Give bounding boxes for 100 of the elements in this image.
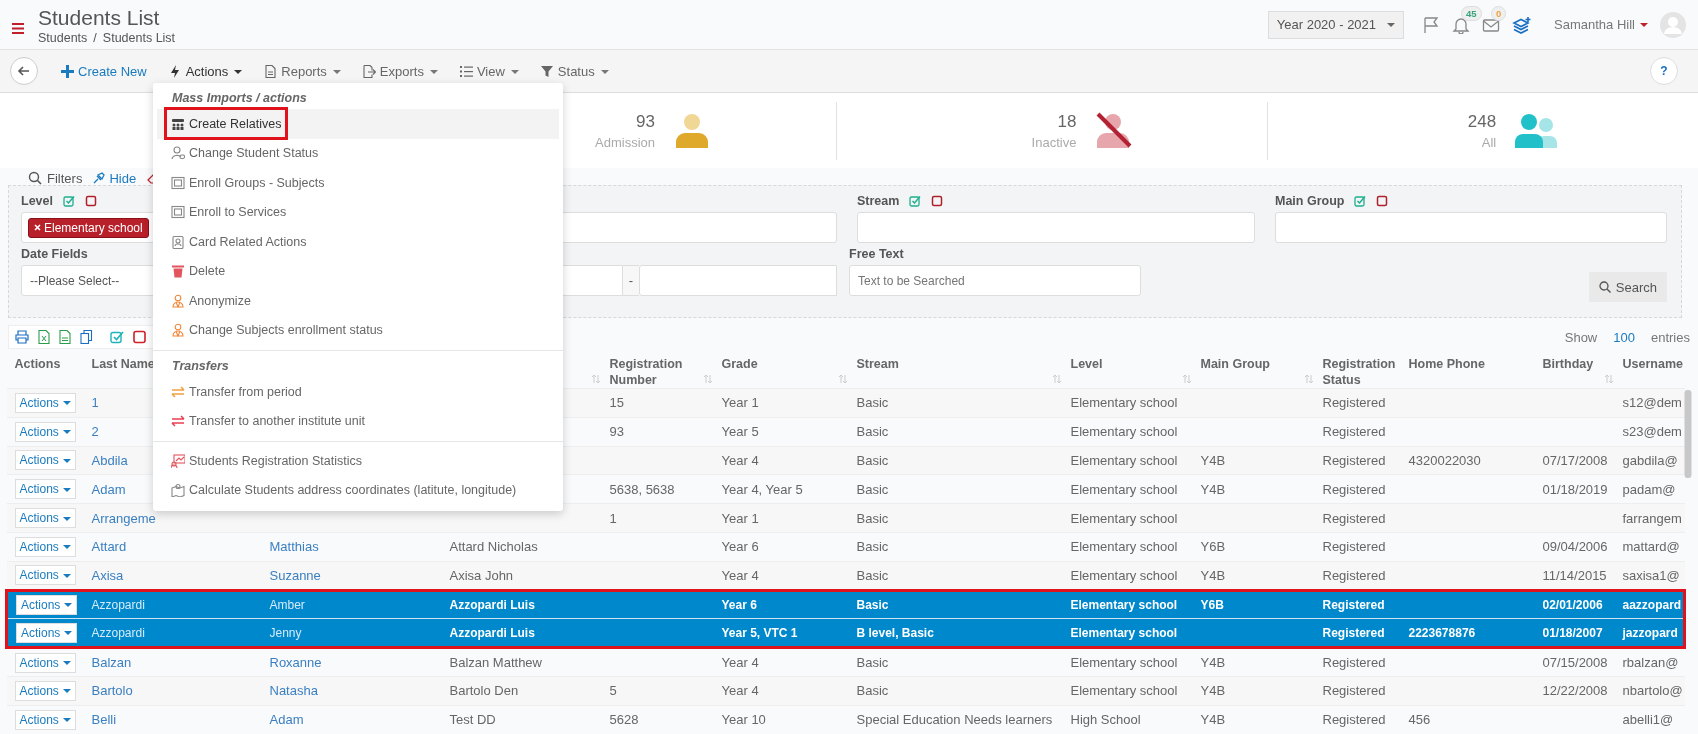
check-all-icon[interactable] xyxy=(1354,195,1367,207)
menu-item[interactable]: Card Related Actions xyxy=(167,228,311,256)
back-icon[interactable] xyxy=(10,57,38,85)
menu-icon[interactable] xyxy=(12,23,24,34)
table-row[interactable]: Actions Azzopardi Jenny Azzopardi Luis Year 5, VTC 1 B level, Basic Elementary school Registered 2223678876 01/18/2007 jazzopard xyxy=(6,618,1685,648)
table-row[interactable]: Actions Balzan Roxanne Balzan Matthew Year 4 Basic Elementary school Y4B Registered 07/15/2008 rbalzan@ xyxy=(6,647,1685,677)
row-actions-button[interactable]: Actions xyxy=(16,594,78,615)
spreadsheet-icon[interactable] xyxy=(38,330,50,344)
row-actions-button[interactable]: Actions xyxy=(14,536,76,557)
row-actions-button[interactable]: Actions xyxy=(14,450,76,471)
column-header[interactable]: Grade xyxy=(721,356,845,372)
last-name-link[interactable]: Abdila xyxy=(91,453,128,468)
last-name-link[interactable]: Arrangeme xyxy=(91,510,156,526)
last-name-link[interactable]: Azzopardi xyxy=(91,597,145,612)
clear-icon[interactable] xyxy=(931,195,944,207)
last-name-link[interactable]: Axisa xyxy=(91,567,124,583)
breadcrumb-link[interactable]: Students xyxy=(38,30,88,45)
column-header[interactable]: Birthday xyxy=(1542,356,1611,372)
first-name-link[interactable]: Matthias xyxy=(269,539,319,555)
menu-item[interactable]: Enroll to Services xyxy=(167,198,291,226)
menu-item[interactable]: Anonymize xyxy=(167,287,255,315)
row-actions-button[interactable]: Actions xyxy=(14,421,76,442)
sort-icon[interactable] xyxy=(1604,374,1613,384)
last-name-link[interactable]: Bartolo xyxy=(91,683,133,699)
column-header[interactable]: Stream xyxy=(856,356,1059,372)
menu-item[interactable]: Change Subjects enrollment status xyxy=(167,316,387,344)
sort-icon[interactable] xyxy=(838,374,847,384)
column-header[interactable]: Username xyxy=(1622,356,1681,372)
clear-icon[interactable] xyxy=(1376,195,1389,207)
sort-icon[interactable] xyxy=(1304,374,1313,384)
row-actions-button[interactable]: Actions xyxy=(14,565,76,586)
year-select[interactable]: Year 2020 - 2021 xyxy=(1267,10,1405,39)
first-name-link[interactable]: Adam xyxy=(269,712,304,728)
last-name-link[interactable]: Balzan xyxy=(91,655,132,671)
multiselect-field[interactable] xyxy=(1275,212,1667,243)
menu-item[interactable]: Delete xyxy=(167,257,230,285)
multiselect-field[interactable] xyxy=(857,212,1255,243)
table-row[interactable]: Actions Axisa Suzanne Axisa John Year 4 Basic Elementary school Y4B Registered 11/14/2015 saxisa1@ xyxy=(6,561,1685,591)
toolbar-dropdown[interactable]: View xyxy=(448,57,530,85)
toolbar-dropdown[interactable]: Actions xyxy=(157,57,254,85)
last-name-link[interactable]: Belli xyxy=(91,712,117,728)
first-name-link[interactable]: Suzanne xyxy=(269,567,321,583)
row-actions-button[interactable]: Actions xyxy=(14,508,76,529)
check-all-icon[interactable] xyxy=(110,330,124,344)
last-name-link[interactable]: Azzopardi xyxy=(91,625,145,640)
table-row[interactable]: Actions Azzopardi Amber Azzopardi Luis Year 6 Basic Elementary school Y6B Registered 02/01/2006 aazzopard xyxy=(6,590,1685,619)
menu-item[interactable]: Change Student Status xyxy=(167,139,323,167)
table-row[interactable]: Actions Belli Adam Test DD 5628 Year 10 Special Education Needs learners High School Y4B Registered 456 abelli1@ xyxy=(6,705,1685,734)
row-actions-button[interactable]: Actions xyxy=(14,479,76,500)
help-button[interactable]: ? xyxy=(1650,57,1678,85)
user-menu[interactable]: Samantha Hill xyxy=(1554,17,1648,32)
column-header[interactable]: Actions xyxy=(14,356,80,372)
toolbar-dropdown[interactable]: Status xyxy=(529,57,620,85)
first-name-link[interactable]: Amber xyxy=(269,597,305,612)
flag-icon[interactable] xyxy=(1422,15,1441,34)
last-name-link[interactable]: 1 xyxy=(91,395,99,411)
first-name-link[interactable]: Natasha xyxy=(269,683,318,699)
last-name-link[interactable]: Adam xyxy=(91,481,126,497)
menu-item[interactable]: Enroll Groups - Subjects xyxy=(167,169,329,197)
row-actions-button[interactable]: Actions xyxy=(14,392,76,413)
first-name-link[interactable]: Jenny xyxy=(269,625,302,640)
document-icon[interactable] xyxy=(59,330,71,344)
column-header[interactable]: Registration Number xyxy=(609,356,710,388)
clear-icon[interactable] xyxy=(84,195,97,207)
column-header[interactable]: Registration Status xyxy=(1322,356,1397,388)
row-actions-button[interactable]: Actions xyxy=(14,652,76,673)
column-header[interactable]: Home Phone xyxy=(1408,356,1531,372)
remove-icon[interactable] xyxy=(34,224,41,231)
first-name-link[interactable]: Roxanne xyxy=(269,655,322,671)
date-to-field[interactable] xyxy=(639,265,837,296)
row-actions-button[interactable]: Actions xyxy=(16,622,78,643)
table-row[interactable]: Actions Attard Matthias Attard Nicholas Year 6 Basic Elementary school Y6B Registered 09/04/2006 mattard@ xyxy=(6,532,1685,562)
page-length-select[interactable]: 100 xyxy=(1613,329,1635,345)
sort-icon[interactable] xyxy=(1052,374,1061,384)
column-header[interactable]: Level xyxy=(1070,356,1189,372)
table-row[interactable]: Actions Bartolo Natasha Bartolo Den 5 Year 4 Basic Elementary school Y4B Registered 12/22/2008 nbartolo@ xyxy=(6,676,1685,706)
create-button[interactable]: Create New xyxy=(50,57,158,85)
bell-icon[interactable] xyxy=(1452,15,1471,34)
last-name-link[interactable]: 2 xyxy=(91,424,99,440)
table-row[interactable]: Actions Arrangeme 1 Year 1 Basic Elementary school Registered farrangem xyxy=(6,503,1685,533)
check-all-icon[interactable] xyxy=(62,195,75,207)
print-icon[interactable] xyxy=(15,330,29,344)
filter-tag[interactable]: Elementary school xyxy=(28,217,149,238)
hide-link[interactable]: Hide xyxy=(93,170,137,186)
search-button[interactable]: Search xyxy=(1588,272,1667,302)
menu-item[interactable]: Students Registration Statistics xyxy=(167,447,366,475)
row-actions-button[interactable]: Actions xyxy=(14,680,76,701)
sort-icon[interactable] xyxy=(703,374,712,384)
clear-icon[interactable] xyxy=(133,330,147,344)
free-text-field[interactable]: Text to be Searched xyxy=(849,265,1141,296)
sort-icon[interactable] xyxy=(591,374,600,384)
scrollbar-thumb[interactable] xyxy=(1684,390,1692,478)
toolbar-dropdown[interactable]: Exports xyxy=(351,57,449,85)
check-all-icon[interactable] xyxy=(909,195,922,207)
menu-item[interactable]: Calculate Students address coordinates (latitute, longitude) xyxy=(167,476,521,504)
toolbar-dropdown[interactable]: Reports xyxy=(253,57,352,85)
copy-icon[interactable] xyxy=(80,330,93,344)
layers-icon[interactable] xyxy=(1512,15,1533,34)
last-name-link[interactable]: Attard xyxy=(91,539,127,555)
column-header[interactable]: Main Group xyxy=(1200,356,1311,372)
